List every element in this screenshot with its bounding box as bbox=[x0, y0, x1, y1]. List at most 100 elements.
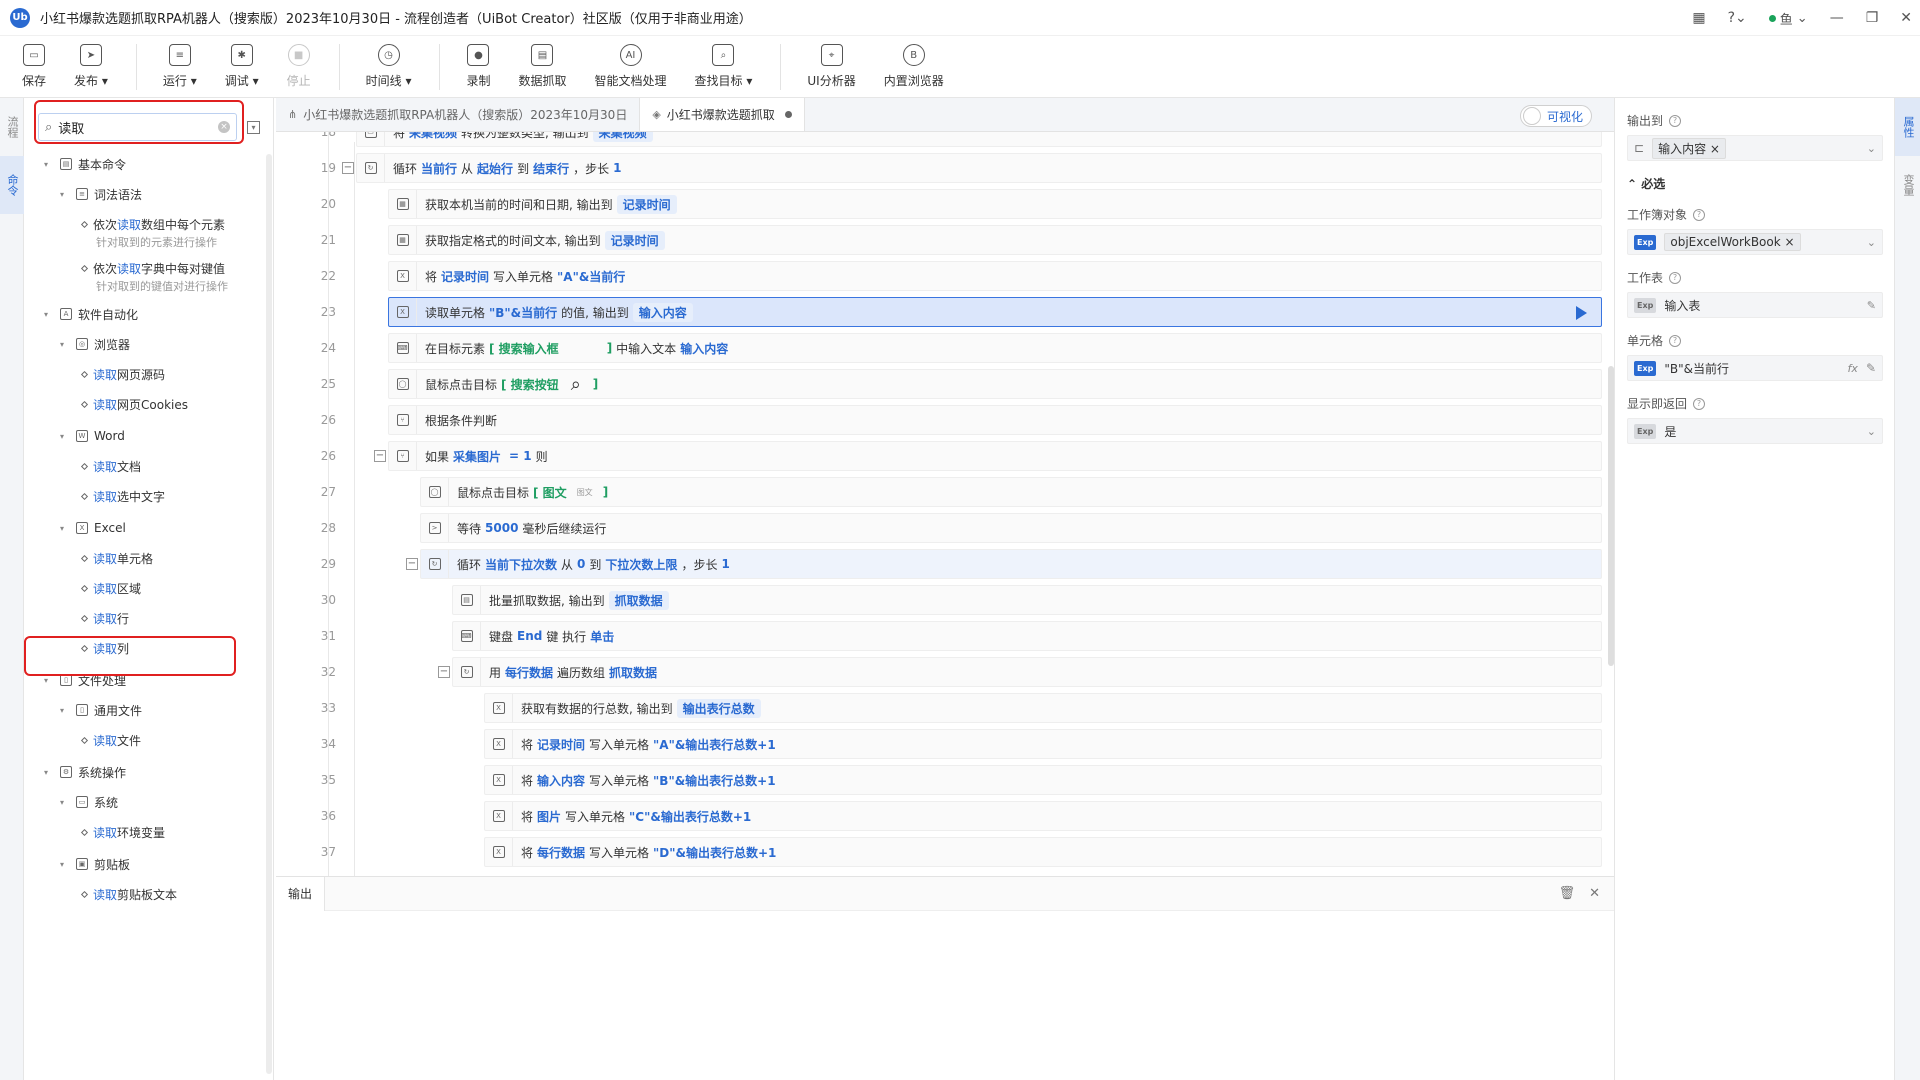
code-row-20[interactable]: 20 ▦ 获取本机当前的时间和日期, 输出到 记录时间 bbox=[276, 186, 1606, 222]
clear-search-icon[interactable]: × bbox=[218, 121, 231, 133]
code-row-33[interactable]: 33 X 获取有数据的行总数, 输出到 输出表行总数 bbox=[276, 690, 1606, 726]
help-icon[interactable]: ? bbox=[1669, 334, 1682, 347]
show-return-select[interactable]: Exp 是 ⌄ bbox=[1627, 418, 1883, 444]
statement-block[interactable]: ◯ 鼠标点击目标[ 图文 图文] bbox=[420, 477, 1602, 507]
fx-icon[interactable]: fx bbox=[1848, 362, 1858, 375]
tree-software-automation[interactable]: ▾ A 软件自动化 bbox=[44, 304, 138, 324]
help-icon[interactable]: ? bbox=[1693, 397, 1706, 410]
loop-block[interactable]: ↻ 循环 当前下拉次数从 0 到下拉次数上限 ，步长 1 bbox=[420, 549, 1602, 579]
tree-item-read-file[interactable]: 读取 文件 bbox=[80, 730, 141, 750]
foreach-block[interactable]: ↻ 用每行数据 遍历数组 抓取数据 bbox=[452, 657, 1602, 687]
smart-doc-button[interactable]: AI 智能文档处理 bbox=[595, 36, 667, 98]
code-row-30[interactable]: 30 ▤ 批量抓取数据, 输出到 抓取数据 bbox=[276, 582, 1606, 618]
code-row-19[interactable]: 19 − ↻ 循环 当前行从起始行到结束行 ，步长 1 bbox=[276, 150, 1606, 186]
statement-block[interactable]: ◯ 鼠标点击目标[ 搜索按钮 ⌕] bbox=[388, 369, 1602, 399]
tree-item-iter-array[interactable]: 依次 读取 数组中每个元素 bbox=[80, 214, 225, 234]
statement-block[interactable]: X 获取有数据的行总数, 输出到 输出表行总数 bbox=[484, 693, 1602, 723]
code-row-31[interactable]: 31 ⌨ 键盘 End 键 执行 单击 bbox=[276, 618, 1606, 654]
code-row-27[interactable]: 27 ◯ 鼠标点击目标[ 图文 图文] bbox=[276, 474, 1606, 510]
collapse-icon[interactable]: − bbox=[406, 558, 418, 570]
filter-icon[interactable]: ▾ bbox=[247, 120, 260, 134]
stop-button[interactable]: ■ 停止 bbox=[287, 36, 311, 98]
statement-block[interactable]: X 将图片 写入单元格 "C"&输出表行总数+1 bbox=[484, 801, 1602, 831]
tree-clipboard[interactable]: ▾ ▣ 剪贴板 bbox=[60, 854, 130, 874]
statement-block[interactable]: ▦ 获取本机当前的时间和日期, 输出到 记录时间 bbox=[388, 189, 1602, 219]
tab-flow-active[interactable]: ◈ 小红书爆款选题抓取 bbox=[640, 98, 805, 131]
collapse-icon[interactable]: − bbox=[374, 450, 386, 462]
code-row-25[interactable]: 25 ◯ 鼠标点击目标[ 搜索按钮 ⌕] bbox=[276, 366, 1606, 402]
minimize-icon[interactable]: — bbox=[1830, 10, 1844, 26]
tree-item-read-cell[interactable]: 读取 单元格 bbox=[80, 548, 153, 568]
required-section-header[interactable]: ⌃ 必选 bbox=[1627, 175, 1882, 192]
command-panel-scrollbar[interactable] bbox=[266, 154, 272, 1074]
tree-item-read-range[interactable]: 读取 区域 bbox=[80, 578, 141, 598]
tree-system-operations[interactable]: ▾ ⚙ 系统操作 bbox=[44, 762, 126, 782]
code-row-21[interactable]: 21 ▦ 获取指定格式的时间文本, 输出到 记录时间 bbox=[276, 222, 1606, 258]
tree-item-read-selected[interactable]: 读取 选中文字 bbox=[80, 486, 165, 506]
code-row-34[interactable]: 34 X 将记录时间 写入单元格 "A"&输出表行总数+1 bbox=[276, 726, 1606, 762]
statement-block[interactable]: X 将记录时间 写入单元格 "A"&当前行 bbox=[388, 261, 1602, 291]
help-icon[interactable]: ? bbox=[1669, 271, 1682, 284]
cell-field[interactable]: Exp "B"&当前行 fx ✎ bbox=[1627, 355, 1883, 381]
chevron-down-icon[interactable]: ⌄ bbox=[1867, 236, 1876, 249]
code-row-36[interactable]: 36 X 将图片 写入单元格 "C"&输出表行总数+1 bbox=[276, 798, 1606, 834]
collapse-icon[interactable]: − bbox=[438, 666, 450, 678]
close-icon[interactable]: ✕ bbox=[1900, 10, 1912, 26]
visual-toggle[interactable]: 可视化 bbox=[1519, 105, 1592, 127]
exp-mode-icon[interactable]: Exp bbox=[1634, 234, 1657, 250]
code-row-29[interactable]: 29 − ↻ 循环 当前下拉次数从 0 到下拉次数上限 ，步长 1 bbox=[276, 546, 1606, 582]
tree-item-read-row[interactable]: 读取行 bbox=[80, 608, 129, 628]
tab-variables[interactable]: 变量 bbox=[1895, 156, 1920, 214]
code-row-28[interactable]: 28 > 等待 5000 毫秒后继续运行 bbox=[276, 510, 1606, 546]
statement-block[interactable]: X 将记录时间 写入单元格 "A"&输出表行总数+1 bbox=[484, 729, 1602, 759]
statement-block[interactable]: > 等待 5000 毫秒后继续运行 bbox=[420, 513, 1602, 543]
statement-block[interactable]: ⌨ 在目标元素[ 搜索输入框] 中输入文本 输入内容 bbox=[388, 333, 1602, 363]
tree-general-file[interactable]: ▾ ▯ 通用文件 bbox=[60, 700, 142, 720]
code-row-24[interactable]: 24 ⌨ 在目标元素[ 搜索输入框] 中输入文本 输入内容 bbox=[276, 330, 1606, 366]
debug-button[interactable]: ✱ 调试 ▾ bbox=[225, 36, 259, 98]
statement-block[interactable]: ▤ 批量抓取数据, 输出到 抓取数据 bbox=[452, 585, 1602, 615]
save-button[interactable]: ▭ 保存 bbox=[22, 36, 46, 98]
tab-properties[interactable]: 属性 bbox=[1895, 98, 1920, 156]
code-row-26-if[interactable]: 26 − ⑂ 如果 采集图片 = 1则 bbox=[276, 438, 1606, 474]
user-menu[interactable]: 鱼 ⌄ bbox=[1768, 9, 1808, 28]
builtin-browser-button[interactable]: B 内置浏览器 bbox=[884, 36, 944, 98]
tree-item-iter-dict[interactable]: 依次 读取 字典中每对键值 bbox=[80, 258, 225, 278]
edit-icon[interactable]: ✎ bbox=[1866, 361, 1876, 375]
find-target-button[interactable]: ⌕ 查找目标 ▾ bbox=[695, 36, 752, 98]
loop-block[interactable]: ↻ 循环 当前行从起始行到结束行 ，步长 1 bbox=[356, 153, 1602, 183]
code-row-37[interactable]: 37 X 将每行数据 写入单元格 "D"&输出表行总数+1 bbox=[276, 834, 1606, 870]
code-row-18[interactable]: 18 ▭ 将采集视频 转换为整数类型, 输出到 采集视频 bbox=[276, 132, 1606, 150]
statement-block[interactable]: ▭ 将采集视频 转换为整数类型, 输出到 采集视频 bbox=[356, 132, 1602, 147]
tree-item-read-cookies[interactable]: 读取 网页Cookies bbox=[80, 394, 188, 414]
collapse-icon[interactable]: − bbox=[342, 162, 354, 174]
tree-item-read-doc[interactable]: 读取 文档 bbox=[80, 456, 141, 476]
statement-block[interactable]: ⌨ 键盘 End 键 执行 单击 bbox=[452, 621, 1602, 651]
run-from-here-icon[interactable] bbox=[1576, 306, 1587, 320]
trash-icon[interactable]: 🗑 bbox=[1559, 886, 1576, 901]
statement-block[interactable]: X 将输入内容 写入单元格 "B"&输出表行总数+1 bbox=[484, 765, 1602, 795]
output-to-field[interactable]: ⊏ 输入内容 × ⌄ bbox=[1627, 135, 1883, 161]
tree-item-read-column[interactable]: 读取列 bbox=[80, 638, 129, 658]
tree-excel[interactable]: ▾ X Excel bbox=[60, 518, 126, 538]
statement-block[interactable]: X 将每行数据 写入单元格 "D"&输出表行总数+1 bbox=[484, 837, 1602, 867]
close-output-icon[interactable]: ✕ bbox=[1589, 886, 1600, 901]
command-search-input[interactable] bbox=[58, 119, 199, 135]
code-row-35[interactable]: 35 X 将输入内容 写入单元格 "B"&输出表行总数+1 bbox=[276, 762, 1606, 798]
tree-item-read-clipboard[interactable]: 读取 剪贴板文本 bbox=[80, 884, 177, 904]
tab-project[interactable]: ⋔ 小红书爆款选题抓取RPA机器人（搜索版）2023年10月30日 bbox=[276, 98, 641, 131]
code-row-22[interactable]: 22 X 将记录时间 写入单元格 "A"&当前行 bbox=[276, 258, 1606, 294]
exp-mode-icon[interactable]: Exp bbox=[1634, 297, 1657, 313]
help-icon[interactable]: ? bbox=[1693, 208, 1706, 221]
tree-item-read-env[interactable]: 读取 环境变量 bbox=[80, 822, 165, 842]
tree-grammar[interactable]: ▾ ≡ 词法语法 bbox=[60, 184, 142, 204]
tree-item-read-web-source[interactable]: 读取 网页源码 bbox=[80, 364, 165, 384]
tree-basic-commands[interactable]: ▾ ▤ 基本命令 bbox=[44, 154, 126, 174]
tree-browser[interactable]: ▾ ◎ 浏览器 bbox=[60, 334, 130, 354]
ui-analyzer-button[interactable]: ⌖ UI分析器 bbox=[807, 36, 856, 98]
condition-block[interactable]: ⑂ 根据条件判断 bbox=[388, 405, 1602, 435]
statement-block[interactable]: ▦ 获取指定格式的时间文本, 输出到 记录时间 bbox=[388, 225, 1602, 255]
workbook-field[interactable]: Exp objExcelWorkBook × ⌄ bbox=[1627, 229, 1883, 255]
chevron-down-icon[interactable]: ⌄ bbox=[1867, 142, 1876, 155]
tree-file-processing[interactable]: ▾ ▯ 文件处理 bbox=[44, 670, 126, 690]
